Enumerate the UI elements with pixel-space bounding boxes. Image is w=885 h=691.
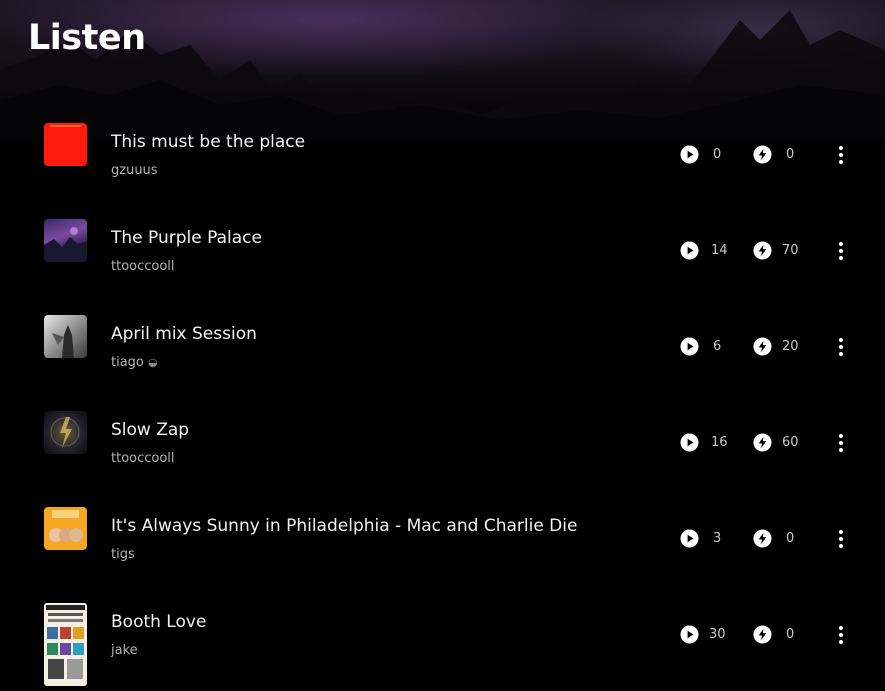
- more-options-icon[interactable]: [832, 624, 850, 646]
- track-title[interactable]: April mix Session: [111, 324, 257, 344]
- track-artwork[interactable]: [44, 219, 87, 262]
- artist-suffix: ◒: [148, 356, 158, 369]
- play-count: 3: [713, 531, 722, 546]
- more-options-icon[interactable]: [832, 144, 850, 166]
- track-title[interactable]: Booth Love: [111, 612, 206, 632]
- zap-icon[interactable]: [753, 145, 772, 164]
- track-artist[interactable]: tiago ◒: [111, 355, 158, 370]
- track-artist[interactable]: jake: [111, 643, 138, 658]
- page-title: Listen: [28, 18, 146, 58]
- track-row[interactable]: The Purple Palace ttooccooll 14 70: [0, 203, 885, 299]
- play-icon[interactable]: [680, 145, 699, 164]
- play-count: 16: [711, 435, 728, 450]
- more-options-icon[interactable]: [832, 432, 850, 454]
- more-options-icon[interactable]: [832, 240, 850, 262]
- track-artwork[interactable]: [44, 315, 87, 358]
- track-artist[interactable]: ttooccooll: [111, 259, 175, 274]
- zap-icon[interactable]: [753, 337, 772, 356]
- track-row[interactable]: Booth Love jake 30 0: [0, 587, 885, 686]
- more-options-icon[interactable]: [832, 528, 850, 550]
- artist-name: tiago: [111, 355, 144, 370]
- track-artwork[interactable]: [44, 123, 87, 166]
- more-options-icon[interactable]: [832, 336, 850, 358]
- play-icon[interactable]: [680, 529, 699, 548]
- play-count: 30: [709, 627, 726, 642]
- play-icon[interactable]: [680, 625, 699, 644]
- track-title[interactable]: It's Always Sunny in Philadelphia - Mac …: [111, 516, 577, 536]
- play-count: 6: [713, 339, 722, 354]
- zap-count: 0: [786, 147, 795, 162]
- zap-count: 0: [786, 531, 795, 546]
- zap-icon[interactable]: [753, 625, 772, 644]
- zap-count: 0: [786, 627, 795, 642]
- track-title[interactable]: The Purple Palace: [111, 228, 262, 248]
- track-row[interactable]: It's Always Sunny in Philadelphia - Mac …: [0, 491, 885, 587]
- play-icon[interactable]: [680, 337, 699, 356]
- track-artist[interactable]: ttooccooll: [111, 451, 175, 466]
- zap-icon[interactable]: [753, 433, 772, 452]
- track-row[interactable]: This must be the place gzuuus 0 0: [0, 107, 885, 203]
- zap-icon[interactable]: [753, 241, 772, 260]
- track-title[interactable]: Slow Zap: [111, 420, 189, 440]
- play-count: 14: [711, 243, 728, 258]
- zap-icon[interactable]: [753, 529, 772, 548]
- track-row[interactable]: Slow Zap ttooccooll 16 60: [0, 395, 885, 491]
- zap-count: 20: [782, 339, 799, 354]
- track-artwork[interactable]: [44, 411, 87, 454]
- play-icon[interactable]: [680, 433, 699, 452]
- zap-count: 60: [782, 435, 799, 450]
- track-artwork[interactable]: [44, 507, 87, 550]
- track-artwork[interactable]: [44, 603, 87, 686]
- track-title[interactable]: This must be the place: [111, 132, 305, 152]
- zap-count: 70: [782, 243, 799, 258]
- play-icon[interactable]: [680, 241, 699, 260]
- track-artist[interactable]: tigs: [111, 547, 135, 562]
- track-artist[interactable]: gzuuus: [111, 163, 158, 178]
- play-count: 0: [713, 147, 722, 162]
- track-row[interactable]: April mix Session tiago ◒ 6 20: [0, 299, 885, 395]
